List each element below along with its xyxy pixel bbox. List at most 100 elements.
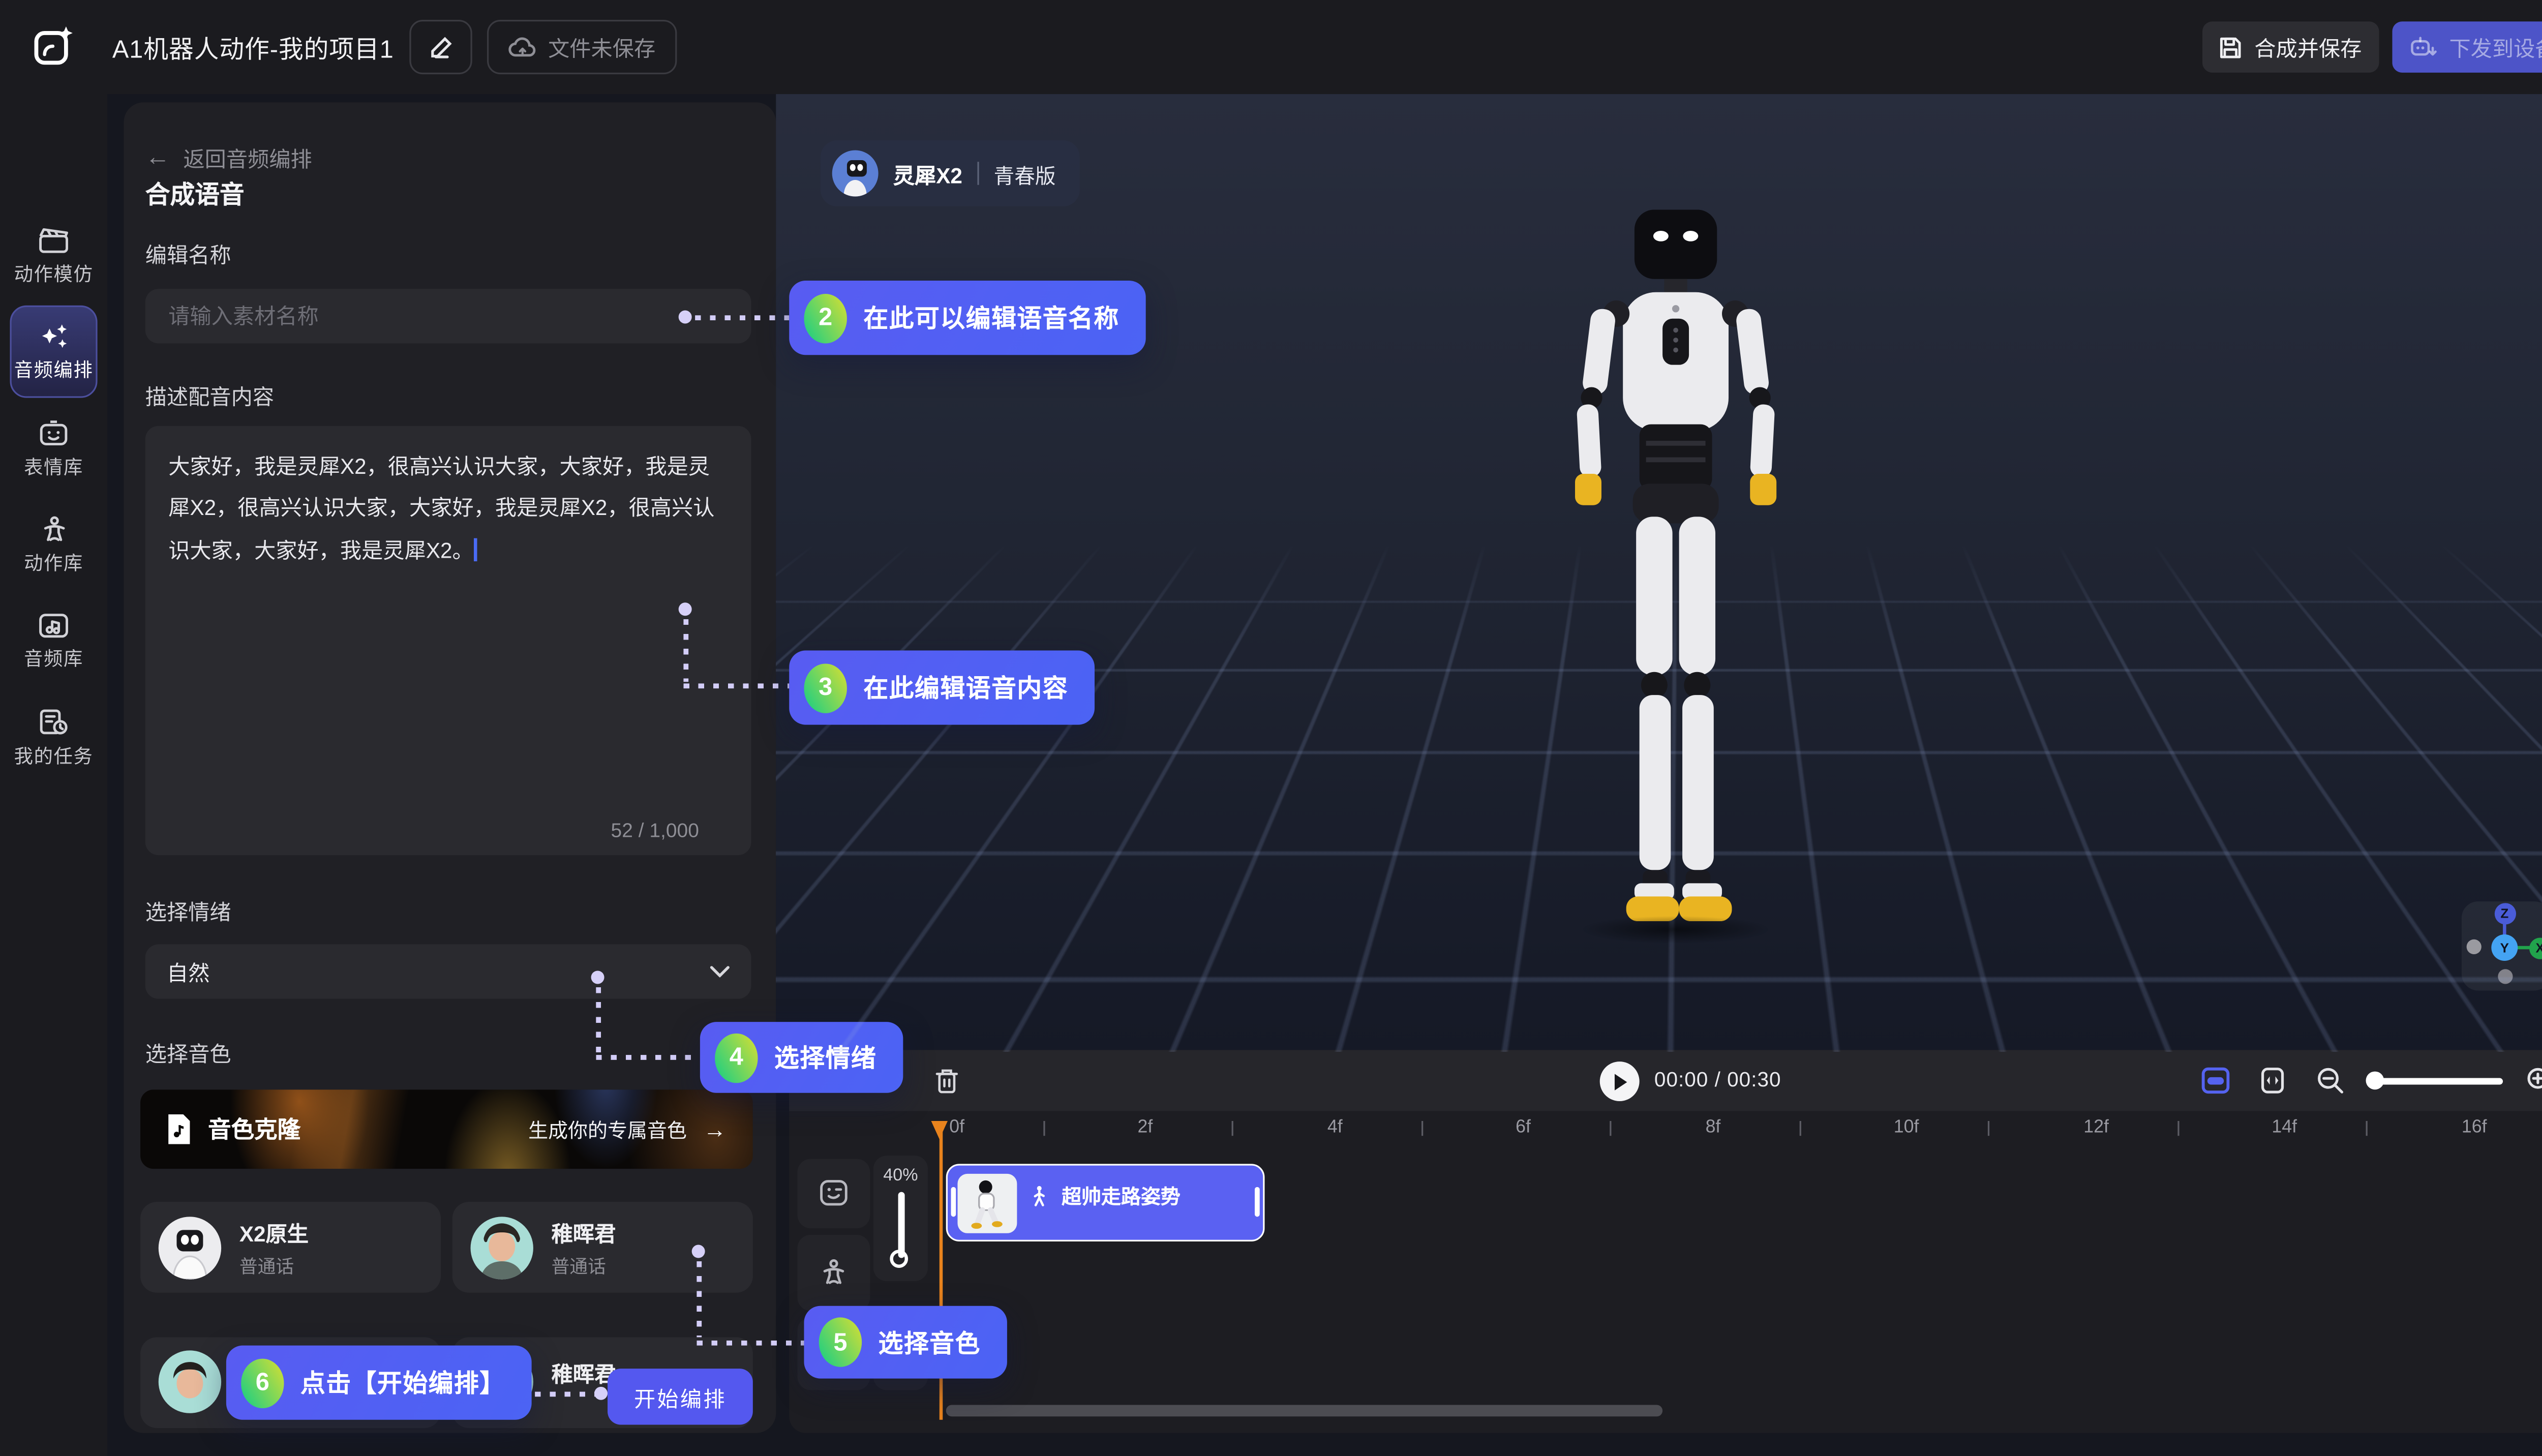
badge-divider <box>977 162 979 185</box>
sidebar-item-audio-arrange[interactable]: 音频编排 <box>0 322 107 383</box>
clone-title: 音色克隆 <box>208 1113 300 1146</box>
volume-slider-knob[interactable] <box>890 1250 908 1268</box>
volume-value: 40% <box>873 1166 928 1186</box>
clip-thumbnail <box>957 1174 1017 1233</box>
gizmo-y-axis[interactable]: Y <box>2491 934 2518 961</box>
save-icon <box>2220 36 2243 58</box>
robot-render <box>1544 209 1808 936</box>
material-name-input[interactable] <box>145 289 751 343</box>
ruler-tick <box>1232 1121 1233 1136</box>
voice-name: X2原生 <box>239 1216 309 1248</box>
walking-person-icon <box>1030 1186 1048 1207</box>
connector-dot <box>591 970 604 984</box>
axis-gizmo[interactable]: Z Y X <box>2462 901 2542 990</box>
start-arrange-label: 开始编排 <box>634 1381 727 1412</box>
timeline-clip[interactable]: 超帅走路姿势 <box>946 1164 1265 1241</box>
clip-trim-left[interactable] <box>951 1187 956 1217</box>
callout-3-text: 在此编辑语音内容 <box>863 670 1068 705</box>
gizmo-x-axis[interactable]: X <box>2529 937 2542 958</box>
voice-content-textarea[interactable]: 大家好，我是灵犀X2，很高兴认识大家，大家好，我是灵犀X2，很高兴认识大家，大家… <box>145 426 751 855</box>
voice-card-zhihuijun[interactable]: 稚晖君 普通话 <box>452 1202 753 1293</box>
gizmo-neg-x[interactable] <box>2467 939 2482 954</box>
voice-content-text: 大家好，我是灵犀X2，很高兴认识大家，大家好，我是灵犀X2，很高兴认识大家，大家… <box>168 454 714 562</box>
sidebar-item-audio-lib[interactable]: 音频库 <box>0 611 107 672</box>
cloud-icon <box>508 36 536 57</box>
zoom-slider-knob[interactable] <box>2366 1072 2384 1090</box>
expression-track-icon <box>819 1179 849 1207</box>
emotion-select[interactable]: 自然 <box>145 945 751 999</box>
clapperboard-icon <box>38 227 70 255</box>
back-link[interactable]: ← 返回音频编排 <box>145 142 312 173</box>
robot-3d-viewport[interactable]: 灵犀X2 青春版 Z Y X <box>776 94 2542 1051</box>
emotion-label: 选择情绪 <box>145 895 231 926</box>
play-button[interactable] <box>1600 1061 1640 1101</box>
edit-title-button[interactable] <box>409 20 472 74</box>
voice-label: 选择音色 <box>145 1037 231 1068</box>
expression-track-card[interactable] <box>797 1159 870 1228</box>
callout-6: 6 点击【开始编排】 <box>226 1346 532 1420</box>
top-bar: A1机器人动作-我的项目1 文件未保存 合成并保存 下发到设备 <box>0 0 2542 94</box>
fit-width-icon[interactable] <box>2260 1067 2285 1095</box>
gizmo-neg-z[interactable] <box>2497 969 2512 984</box>
ruler-tick <box>1421 1121 1423 1136</box>
callout-3-number: 3 <box>804 663 846 712</box>
connector-dash <box>697 1261 701 1337</box>
clone-cta: 生成你的专属音色 <box>528 1115 687 1143</box>
voice-clone-banner[interactable]: 音色克隆 生成你的专属音色 → <box>140 1089 753 1169</box>
app-logo-icon <box>29 21 79 71</box>
badge-robot-name: 灵犀X2 <box>893 158 962 189</box>
gizmo-z-axis[interactable]: Z <box>2494 903 2515 924</box>
start-arrange-button[interactable]: 开始编排 <box>608 1369 753 1424</box>
connector-dot <box>679 311 692 324</box>
save-button[interactable]: 合成并保存 <box>2202 21 2379 73</box>
save-button-label: 合成并保存 <box>2254 32 2362 63</box>
auto-track-icon[interactable] <box>2201 1067 2230 1095</box>
clip-trim-right[interactable] <box>1255 1187 1260 1217</box>
callout-5: 5 选择音色 <box>804 1306 1007 1379</box>
synthesize-voice-panel: ← 返回音频编排 合成语音 编辑名称 描述配音内容 大家好，我是灵犀X2，很高兴… <box>124 102 776 1433</box>
content-label: 描述配音内容 <box>145 380 274 411</box>
volume-slider-track[interactable] <box>898 1192 904 1258</box>
sidebar-item-label: 动作库 <box>0 550 107 577</box>
ruler-tick <box>1988 1121 1989 1136</box>
robot-model-badge: 灵犀X2 青春版 <box>821 140 1080 206</box>
timeline-toolbar: 00:00 / 00:30 <box>789 1050 2542 1111</box>
callout-2: 2 在此可以编辑语音名称 <box>789 281 1145 355</box>
text-caret <box>474 538 477 561</box>
connector-dash <box>596 1055 700 1059</box>
delete-clip-icon[interactable] <box>934 1068 959 1095</box>
callout-4-text: 选择情绪 <box>774 1040 876 1075</box>
zoom-in-icon[interactable] <box>2526 1067 2542 1095</box>
nav-sidebar: 动作模仿 音频编排 表情库 动作库 音频库 我的任务 <box>0 94 107 1456</box>
file-unsaved-button[interactable]: 文件未保存 <box>487 20 677 74</box>
badge-edition: 青春版 <box>994 158 1056 189</box>
horizontal-scrollbar[interactable] <box>946 1405 1662 1417</box>
connector-dash <box>683 683 789 687</box>
deploy-button[interactable]: 下发到设备 <box>2392 21 2542 73</box>
sidebar-item-expression-lib[interactable]: 表情库 <box>0 419 107 480</box>
name-label: 编辑名称 <box>145 238 231 269</box>
voice-name: 稚晖君 <box>552 1357 616 1388</box>
play-icon <box>1612 1072 1627 1090</box>
avatar <box>159 1216 221 1279</box>
callout-5-number: 5 <box>819 1317 862 1367</box>
connector-dash <box>695 315 789 319</box>
connector-dash <box>683 619 687 682</box>
sidebar-item-motion-mimic[interactable]: 动作模仿 <box>0 226 107 287</box>
callout-2-number: 2 <box>804 293 846 342</box>
callout-6-number: 6 <box>241 1358 284 1407</box>
timeline-zoom-slider[interactable] <box>2368 1078 2503 1084</box>
sidebar-item-my-tasks[interactable]: 我的任务 <box>0 708 107 769</box>
music-file-icon <box>167 1114 192 1144</box>
time-display: 00:00 / 00:30 <box>1654 1068 1781 1091</box>
robot-face-icon <box>38 420 70 448</box>
timeline-ruler[interactable]: 0f 2f 4f 6f 8f 10f 12f 14f 16f <box>789 1117 2542 1154</box>
person-icon <box>39 515 68 544</box>
voice-card-x2[interactable]: X2原生 普通话 <box>140 1202 441 1293</box>
callout-3: 3 在此编辑语音内容 <box>789 650 1095 724</box>
sidebar-item-action-lib[interactable]: 动作库 <box>0 515 107 577</box>
action-track-card[interactable] <box>797 1235 870 1311</box>
emotion-value: 自然 <box>167 956 209 987</box>
connector-dot <box>594 1387 608 1400</box>
zoom-out-icon[interactable] <box>2316 1067 2344 1095</box>
